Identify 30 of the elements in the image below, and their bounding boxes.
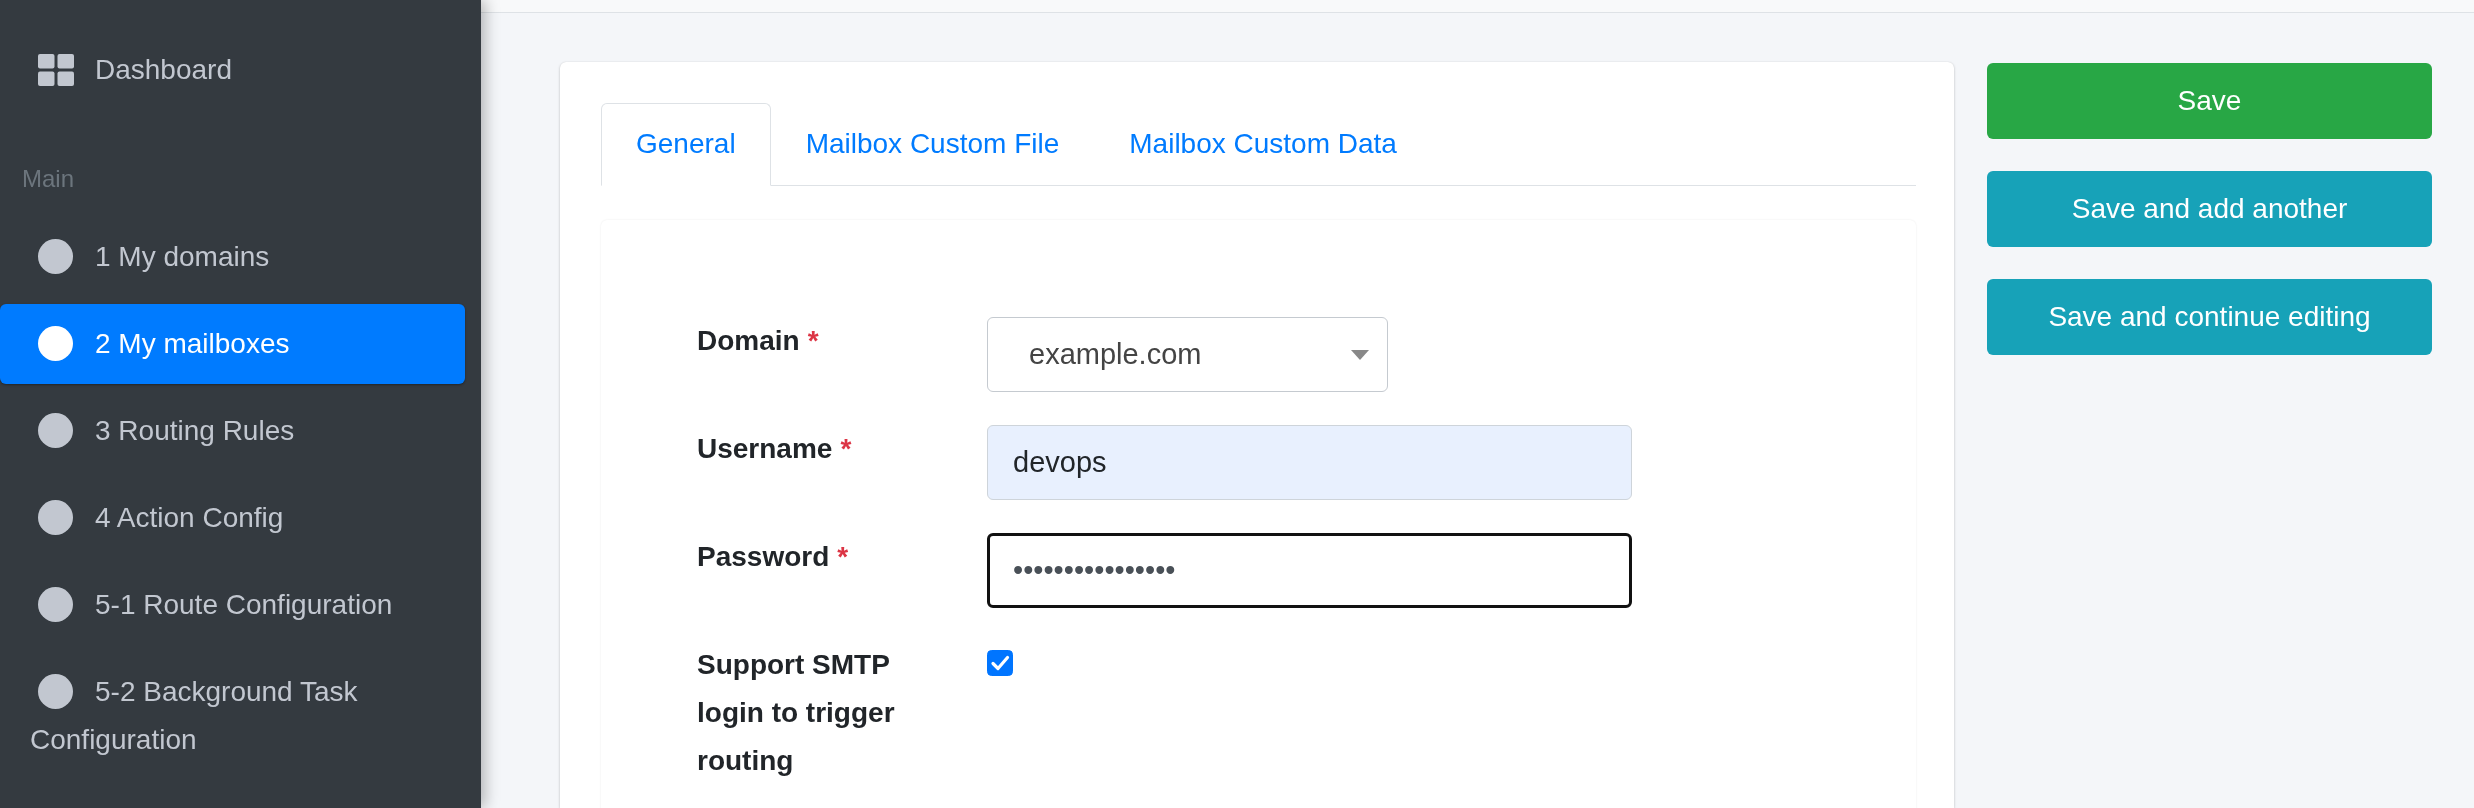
circle-icon	[38, 673, 73, 709]
input-field[interactable]: devops	[987, 425, 1632, 500]
required-mark: *	[807, 325, 819, 356]
required-mark: *	[837, 541, 849, 572]
required-mark: *	[840, 433, 852, 464]
circle-icon	[38, 586, 73, 622]
tab[interactable]: Mailbox Custom Data	[1094, 103, 1432, 186]
caret-icon	[1351, 349, 1369, 360]
field-label: Domain	[697, 325, 800, 356]
field-label: Password	[697, 541, 830, 572]
field-label: Username	[697, 433, 833, 464]
select-field[interactable]: example.com	[987, 317, 1388, 392]
circle-icon	[38, 412, 73, 448]
tab[interactable]: Mailbox Custom File	[770, 103, 1095, 186]
password-field[interactable]: ••••••••••••••••	[987, 533, 1632, 608]
sidebar-item[interactable]: 5-1 Route Configuration	[0, 565, 465, 645]
sidebar-item[interactable]: 4 Action Config	[0, 478, 465, 558]
circle-icon	[38, 325, 73, 361]
field-label: Support SMTP login to trigger routing	[697, 649, 895, 776]
tab[interactable]: General	[601, 103, 771, 186]
sidebar-item[interactable]: 2 My mailboxes	[0, 304, 465, 384]
checkbox[interactable]	[987, 650, 1013, 676]
sidebar-item[interactable]: 3 Routing Rules	[0, 391, 465, 471]
sidebar-item[interactable]: 1 My domains	[0, 217, 465, 297]
circle-icon	[38, 499, 73, 535]
sidebar-item[interactable]: 5-2 Background Task Configuration	[0, 652, 465, 780]
circle-icon	[38, 238, 73, 274]
grid-icon	[38, 53, 74, 86]
sidebar-item[interactable]: Dashboard	[0, 30, 465, 110]
section-header: Main	[21, 164, 76, 194]
